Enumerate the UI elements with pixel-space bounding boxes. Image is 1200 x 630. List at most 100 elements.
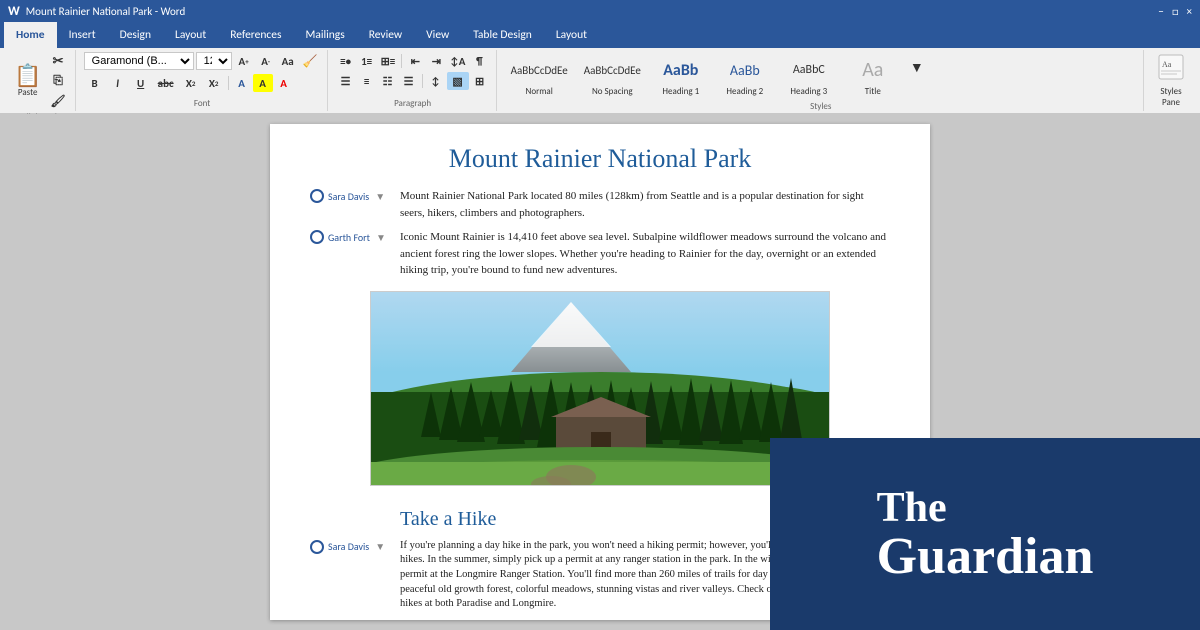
change-case-button[interactable]: Aa xyxy=(278,52,298,70)
tab-home[interactable]: Home xyxy=(4,22,57,48)
paste-label: Paste xyxy=(18,87,38,98)
no-spacing-preview: AaBbCcDdEe xyxy=(584,54,641,86)
window-controls[interactable]: − □ × xyxy=(1158,5,1192,18)
paragraph-label: Paragraph xyxy=(394,96,431,109)
bullets-button[interactable]: ≡• xyxy=(336,52,356,70)
format-painter-button[interactable]: 🖌 xyxy=(47,92,68,110)
close-button[interactable]: × xyxy=(1187,5,1192,18)
bold-button[interactable]: B xyxy=(84,74,106,92)
style-heading2[interactable]: AaBb Heading 2 xyxy=(715,52,775,99)
underline-button[interactable]: U xyxy=(130,74,152,92)
align-right-button[interactable]: ☷ xyxy=(378,72,398,90)
ribbon-tabs: Home Insert Design Layout References Mai… xyxy=(0,22,1200,48)
guardian-overlay: The Guardian xyxy=(770,438,1200,630)
tab-view[interactable]: View xyxy=(414,22,461,48)
tab-layout[interactable]: Layout xyxy=(163,22,218,48)
tab-design[interactable]: Design xyxy=(108,22,163,48)
font-controls: Garamond (B... 12 A+ A- Aa 🧹 B I U abc X… xyxy=(84,52,321,92)
paragraph2-row: Garth Fort ▼ Iconic Mount Rainier is 14,… xyxy=(310,229,890,279)
sort-button[interactable]: ↕A xyxy=(447,52,468,70)
font-group: Garamond (B... 12 A+ A- Aa 🧹 B I U abc X… xyxy=(78,50,328,111)
font-name-row: Garamond (B... 12 A+ A- Aa 🧹 xyxy=(84,52,321,70)
sara-davis2-name: Sara Davis xyxy=(328,540,369,553)
shading-button[interactable]: ▧ xyxy=(447,72,469,90)
section2-content: Take a Hike xyxy=(400,498,496,539)
styles-label: Styles xyxy=(810,99,831,112)
decrease-font-button[interactable]: A- xyxy=(256,52,276,70)
strikethrough-button[interactable]: abc xyxy=(153,74,179,92)
copy-button[interactable]: ⎘ xyxy=(47,72,68,90)
justify-button[interactable]: ☰ xyxy=(399,72,419,90)
tab-references[interactable]: References xyxy=(218,22,293,48)
paragraph1-text: Mount Rainier National Park located 80 m… xyxy=(400,188,890,221)
document-area: Mount Rainier National Park Sara Davis ▼… xyxy=(0,114,1200,630)
guardian-name: Guardian xyxy=(877,531,1094,583)
maximize-button[interactable]: □ xyxy=(1172,5,1179,18)
superscript-button[interactable]: X2 xyxy=(203,74,225,92)
mountain-svg xyxy=(371,292,830,486)
numbering-button[interactable]: 1≡ xyxy=(357,52,377,70)
multilevel-button[interactable]: ⊞≡ xyxy=(378,52,399,70)
tab-insert[interactable]: Insert xyxy=(57,22,108,48)
tab-table-design[interactable]: Table Design xyxy=(461,22,544,48)
paste-button[interactable]: 📋 Paste xyxy=(10,63,45,100)
tab-table-layout[interactable]: Layout xyxy=(544,22,599,48)
sara-davis-comment: Sara Davis ▼ xyxy=(310,189,400,203)
style-heading1[interactable]: AaBb Heading 1 xyxy=(651,52,711,99)
sara-davis-name: Sara Davis xyxy=(328,190,369,203)
garth-fort-arrow[interactable]: ▼ xyxy=(376,231,386,244)
tab-review[interactable]: Review xyxy=(357,22,414,48)
mountain-image xyxy=(370,291,830,486)
align-row: ☰ ≡ ☷ ☰ ↕ ▧ ⊞ xyxy=(336,72,490,90)
line-spacing-button[interactable]: ↕ xyxy=(426,72,446,90)
clear-format-button[interactable]: 🧹 xyxy=(300,52,321,70)
increase-indent-button[interactable]: ⇥ xyxy=(426,52,446,70)
garth-fort-comment: Garth Fort ▼ xyxy=(310,230,400,244)
title-bar: W Mount Rainier National Park - Word − □… xyxy=(0,0,1200,22)
paragraph1-row: Sara Davis ▼ Mount Rainier National Park… xyxy=(310,188,890,221)
minimize-button[interactable]: − xyxy=(1158,5,1163,18)
list-row: ≡• 1≡ ⊞≡ ⇤ ⇥ ↕A ¶ xyxy=(336,52,490,70)
sara-davis-arrow[interactable]: ▼ xyxy=(375,190,385,203)
align-left-button[interactable]: ☰ xyxy=(336,72,356,90)
divider xyxy=(228,76,229,90)
sara-davis2-bubble xyxy=(310,540,324,554)
align-center-button[interactable]: ≡ xyxy=(357,72,377,90)
guardian-the: The xyxy=(877,485,1094,531)
cut-button[interactable]: ✂ xyxy=(47,52,68,70)
title-preview: Aa xyxy=(862,54,883,86)
highlight-button[interactable]: A xyxy=(253,74,273,92)
text-color-button[interactable]: A xyxy=(232,74,252,92)
tab-mailings[interactable]: Mailings xyxy=(294,22,357,48)
normal-preview: AaBbCcDdEe xyxy=(511,54,568,86)
styles-pane-button[interactable]: Aa StylesPane xyxy=(1146,50,1196,111)
garth-fort-name: Garth Fort xyxy=(328,231,370,244)
sara-davis-bubble xyxy=(310,189,324,203)
borders-button[interactable]: ⊞ xyxy=(470,72,490,90)
section2-title: Take a Hike xyxy=(400,508,496,531)
italic-button[interactable]: I xyxy=(107,74,129,92)
font-label: Font xyxy=(194,96,210,109)
clipboard-sub: ✂ ⎘ 🖌 xyxy=(47,52,68,110)
subscript-button[interactable]: X2 xyxy=(180,74,202,92)
sara-davis2-comment: Sara Davis ▼ xyxy=(310,540,400,554)
sara-davis2-arrow[interactable]: ▼ xyxy=(375,540,385,553)
paste-icon: 📋 xyxy=(14,65,41,87)
font-name-select[interactable]: Garamond (B... xyxy=(84,52,194,70)
font-size-select[interactable]: 12 xyxy=(196,52,232,70)
styles-more-button[interactable]: ▼ xyxy=(907,59,927,77)
show-hide-button[interactable]: ¶ xyxy=(469,52,489,70)
format-row: B I U abc X2 X2 A A A xyxy=(84,74,321,92)
ribbon-toolbar: 📋 Paste ✂ ⎘ 🖌 Clipboard Garamond (B... 1… xyxy=(0,48,1200,114)
paragraph-group: ≡• 1≡ ⊞≡ ⇤ ⇥ ↕A ¶ ☰ ≡ ☷ ☰ ↕ ▧ ⊞ Paragrap… xyxy=(330,50,497,111)
divider3 xyxy=(422,74,423,88)
style-no-spacing[interactable]: AaBbCcDdEe No Spacing xyxy=(578,52,647,99)
style-normal[interactable]: AaBbCcDdEe Normal xyxy=(505,52,574,99)
font-color-button[interactable]: A xyxy=(274,74,294,92)
clipboard-content: 📋 Paste ✂ ⎘ 🖌 xyxy=(10,52,69,110)
style-title[interactable]: Aa Title xyxy=(843,52,903,99)
style-heading3[interactable]: AaBbC Heading 3 xyxy=(779,52,839,99)
decrease-indent-button[interactable]: ⇤ xyxy=(405,52,425,70)
paragraph2-text: Iconic Mount Rainier is 14,410 feet abov… xyxy=(400,229,890,279)
increase-font-button[interactable]: A+ xyxy=(234,52,254,70)
